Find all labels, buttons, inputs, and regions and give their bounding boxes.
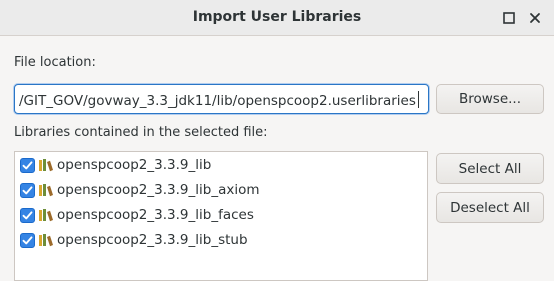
checkbox[interactable] bbox=[20, 182, 35, 198]
libraries-list[interactable]: openspcoop2_3.3.9_lib openspcoop2_3.3.9_… bbox=[14, 151, 428, 281]
library-name: openspcoop2_3.3.9_lib_faces bbox=[57, 207, 254, 223]
deselect-all-label: Deselect All bbox=[450, 199, 530, 216]
list-item[interactable]: openspcoop2_3.3.9_lib bbox=[20, 154, 211, 176]
library-name: openspcoop2_3.3.9_lib_axiom bbox=[57, 182, 260, 198]
window-title: Import User Libraries bbox=[192, 9, 362, 25]
file-location-value: /GIT_GOV/govway_3.3_jdk11/lib/openspcoop… bbox=[19, 93, 416, 109]
title-bar: Import User Libraries bbox=[0, 0, 554, 36]
select-all-label: Select All bbox=[458, 160, 522, 177]
checkbox[interactable] bbox=[20, 232, 35, 248]
library-icon bbox=[39, 159, 53, 172]
text-caret bbox=[417, 91, 419, 108]
list-item[interactable]: openspcoop2_3.3.9_lib_axiom bbox=[20, 179, 260, 201]
library-icon bbox=[39, 209, 53, 222]
file-location-input[interactable]: /GIT_GOV/govway_3.3_jdk11/lib/openspcoop… bbox=[14, 84, 429, 114]
deselect-all-button[interactable]: Deselect All bbox=[436, 192, 544, 223]
library-icon bbox=[39, 234, 53, 247]
checkbox[interactable] bbox=[20, 157, 35, 173]
file-location-label: File location: bbox=[14, 55, 96, 70]
checkbox[interactable] bbox=[20, 207, 35, 223]
browse-button-label: Browse... bbox=[458, 91, 522, 107]
library-icon bbox=[39, 184, 53, 197]
browse-button[interactable]: Browse... bbox=[436, 84, 544, 114]
list-item[interactable]: openspcoop2_3.3.9_lib_stub bbox=[20, 229, 248, 251]
library-name: openspcoop2_3.3.9_lib bbox=[57, 157, 212, 173]
library-name: openspcoop2_3.3.9_lib_stub bbox=[57, 232, 248, 248]
libraries-label: Libraries contained in the selected file… bbox=[14, 125, 268, 140]
select-all-button[interactable]: Select All bbox=[436, 153, 544, 184]
close-icon[interactable] bbox=[527, 10, 543, 26]
list-item[interactable]: openspcoop2_3.3.9_lib_faces bbox=[20, 204, 254, 226]
restore-icon[interactable] bbox=[501, 10, 517, 26]
